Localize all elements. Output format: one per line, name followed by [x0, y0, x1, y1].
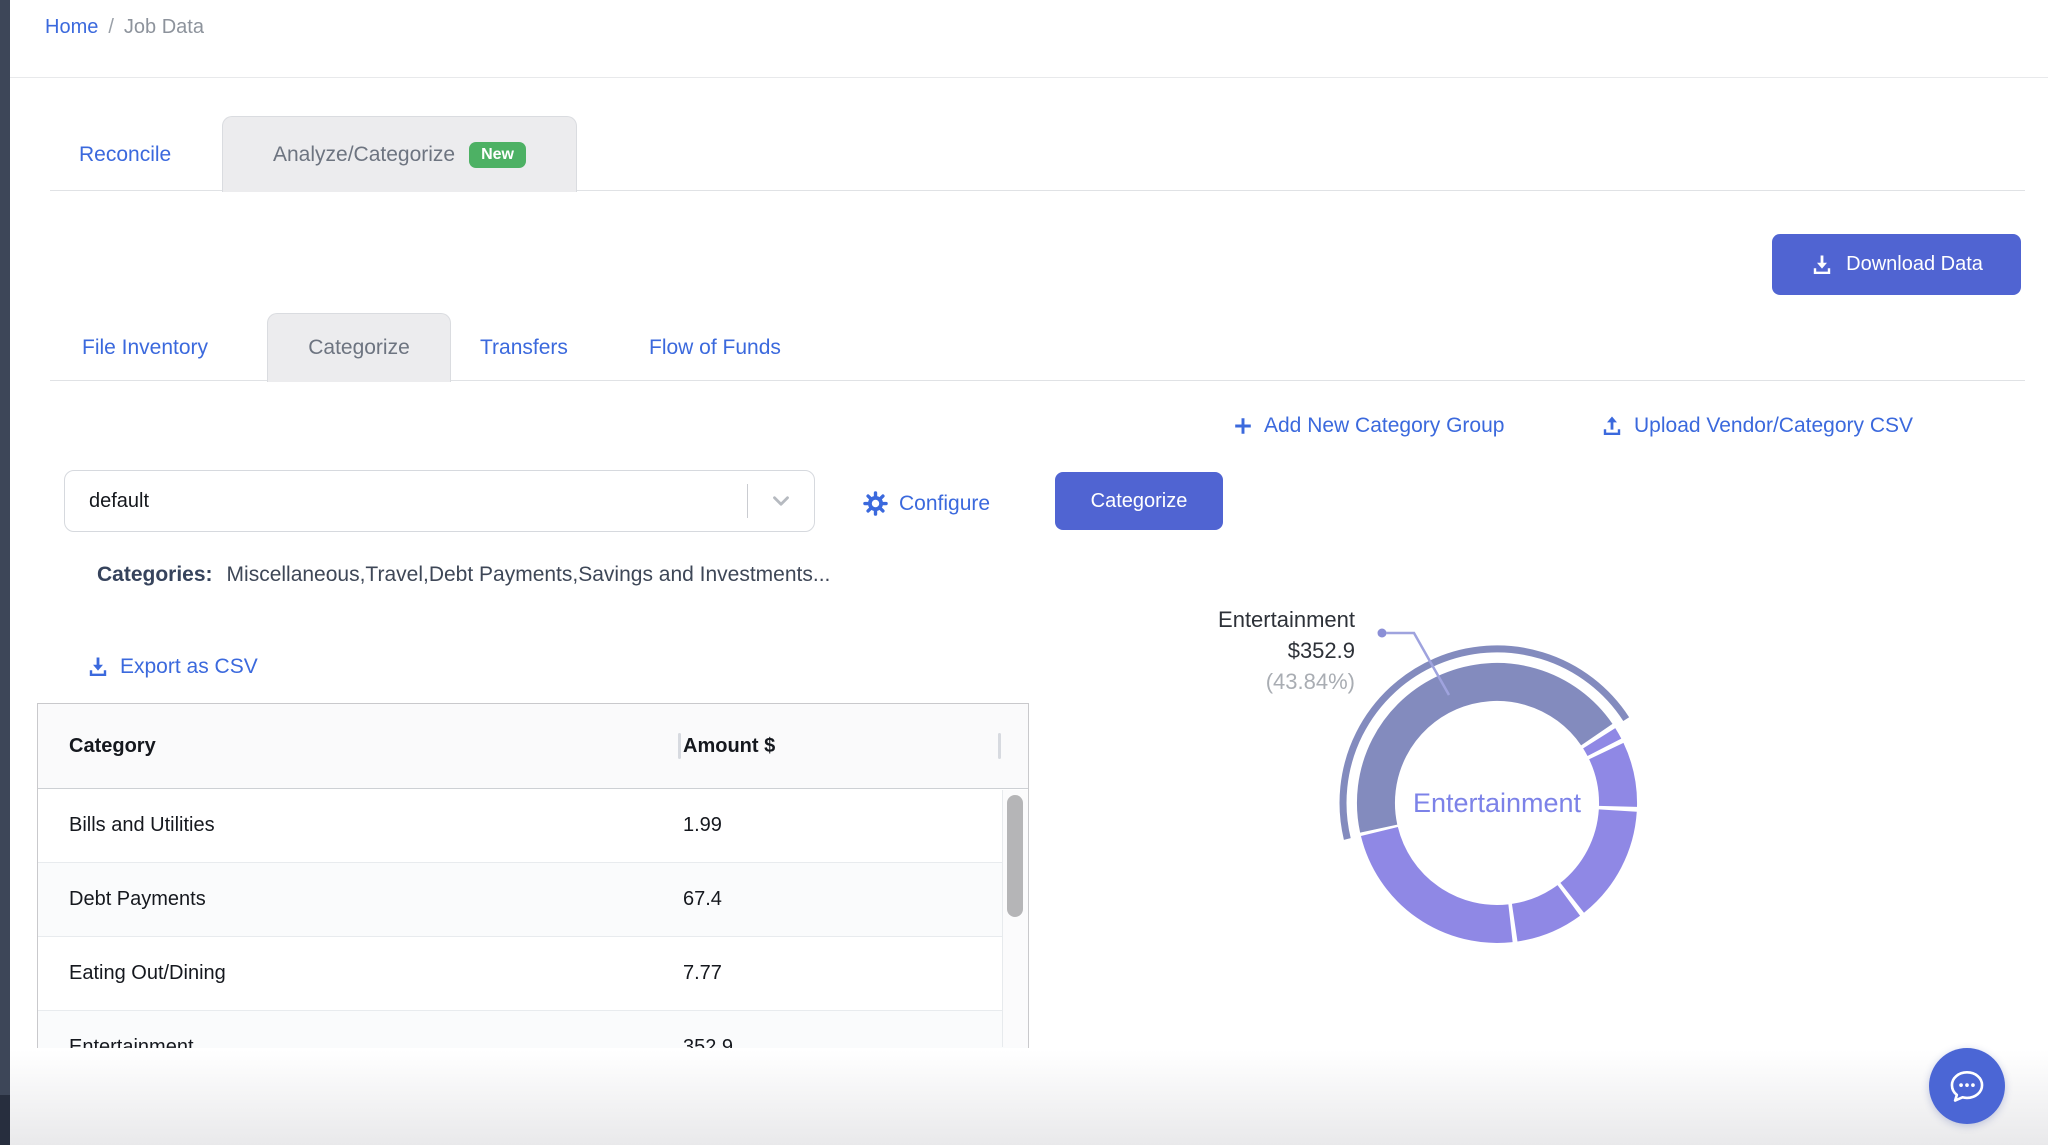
tab-categorize-label: Categorize [308, 336, 410, 360]
callout-percent: (43.84%) [1150, 666, 1355, 697]
column-resize-handle[interactable] [678, 733, 681, 759]
table-row: Debt Payments67.4 [38, 863, 1028, 937]
download-icon [86, 655, 110, 679]
download-data-label: Download Data [1846, 253, 1983, 276]
breadcrumb-current: Job Data [124, 16, 204, 39]
donut-segment[interactable] [1606, 751, 1618, 806]
plus-icon [1232, 415, 1254, 437]
tab-analyze-categorize[interactable]: Analyze/Categorize New [222, 116, 577, 192]
table-row: Eating Out/Dining7.77 [38, 937, 1028, 1011]
breadcrumb: Home / Job Data [45, 16, 204, 39]
tab-categorize[interactable]: Categorize [267, 313, 451, 382]
tab-reconcile[interactable]: Reconcile [79, 143, 171, 167]
callout-amount: $352.9 [1150, 635, 1355, 666]
categories-label: Categories: [97, 563, 213, 586]
amount-cell: 1.99 [683, 814, 722, 837]
chat-icon [1946, 1065, 1988, 1107]
donut-center-label: Entertainment [1413, 788, 1582, 818]
add-category-group-link[interactable]: Add New Category Group [1232, 414, 1504, 438]
donut-segment[interactable] [1515, 900, 1569, 922]
tab-analyze-categorize-label: Analyze/Categorize [273, 143, 455, 167]
download-icon [1810, 253, 1834, 277]
category-cell: Bills and Utilities [38, 814, 683, 837]
upload-csv-link[interactable]: Upload Vendor/Category CSV [1600, 414, 1913, 438]
table-row: Bills and Utilities1.99 [38, 789, 1028, 863]
donut-segment[interactable] [1572, 811, 1618, 898]
donut-segment[interactable] [1379, 832, 1510, 924]
category-amount-table: Category Amount $ Bills and Utilities1.9… [37, 703, 1029, 1048]
category-group-selected-value: default [65, 490, 747, 513]
category-cell: Debt Payments [38, 888, 683, 911]
category-group-select[interactable]: default [64, 470, 815, 532]
new-badge: New [469, 142, 526, 168]
configure-link[interactable]: Configure [862, 490, 990, 517]
gear-icon [862, 490, 889, 517]
table-scrollbar [1002, 790, 1028, 1047]
configure-label: Configure [899, 492, 990, 516]
tab-flow-of-funds[interactable]: Flow of Funds [649, 336, 781, 360]
categorize-button[interactable]: Categorize [1055, 472, 1223, 530]
chart-callout: Entertainment $352.9 (43.84%) [1150, 604, 1355, 697]
amount-cell: 352.9 [683, 1036, 733, 1048]
chat-widget-button[interactable] [1929, 1048, 2005, 1124]
export-csv-label: Export as CSV [120, 655, 258, 679]
upload-csv-label: Upload Vendor/Category CSV [1634, 414, 1913, 438]
amount-cell: 7.77 [683, 962, 722, 985]
upload-icon [1600, 414, 1624, 438]
column-resize-handle[interactable] [998, 733, 1001, 759]
donut-segment[interactable] [1599, 738, 1604, 747]
sidebar-edge-bottom [0, 1095, 10, 1145]
categorize-button-label: Categorize [1091, 490, 1188, 513]
header-divider [10, 77, 2048, 78]
tab-transfers[interactable]: Transfers [480, 336, 568, 360]
categories-summary: Categories: Miscellaneous,Travel,Debt Pay… [97, 563, 830, 587]
table-body: Bills and Utilities1.99Debt Payments67.4… [38, 789, 1028, 1048]
breadcrumb-home-link[interactable]: Home [45, 16, 98, 39]
category-cell: Eating Out/Dining [38, 962, 683, 985]
category-cell: Entertainment [38, 1036, 683, 1048]
sidebar-edge [0, 0, 10, 1145]
callout-category-name: Entertainment [1150, 604, 1355, 635]
tab-file-inventory[interactable]: File Inventory [82, 336, 208, 360]
table-scrollbar-thumb[interactable] [1007, 795, 1023, 917]
table-row: Entertainment352.9 [38, 1011, 1028, 1048]
chevron-down-icon [748, 488, 814, 514]
amount-cell: 67.4 [683, 888, 722, 911]
column-header-category[interactable]: Category [38, 735, 683, 758]
download-data-button[interactable]: Download Data [1772, 234, 2021, 295]
breadcrumb-separator: / [108, 16, 114, 39]
column-header-amount[interactable]: Amount $ [683, 735, 775, 758]
page-bottom-fade [10, 1050, 2048, 1145]
export-csv-link[interactable]: Export as CSV [86, 655, 258, 679]
add-category-group-label: Add New Category Group [1264, 414, 1504, 438]
categories-list: Miscellaneous,Travel,Debt Payments,Savin… [227, 563, 831, 586]
table-header: Category Amount $ [38, 704, 1028, 789]
